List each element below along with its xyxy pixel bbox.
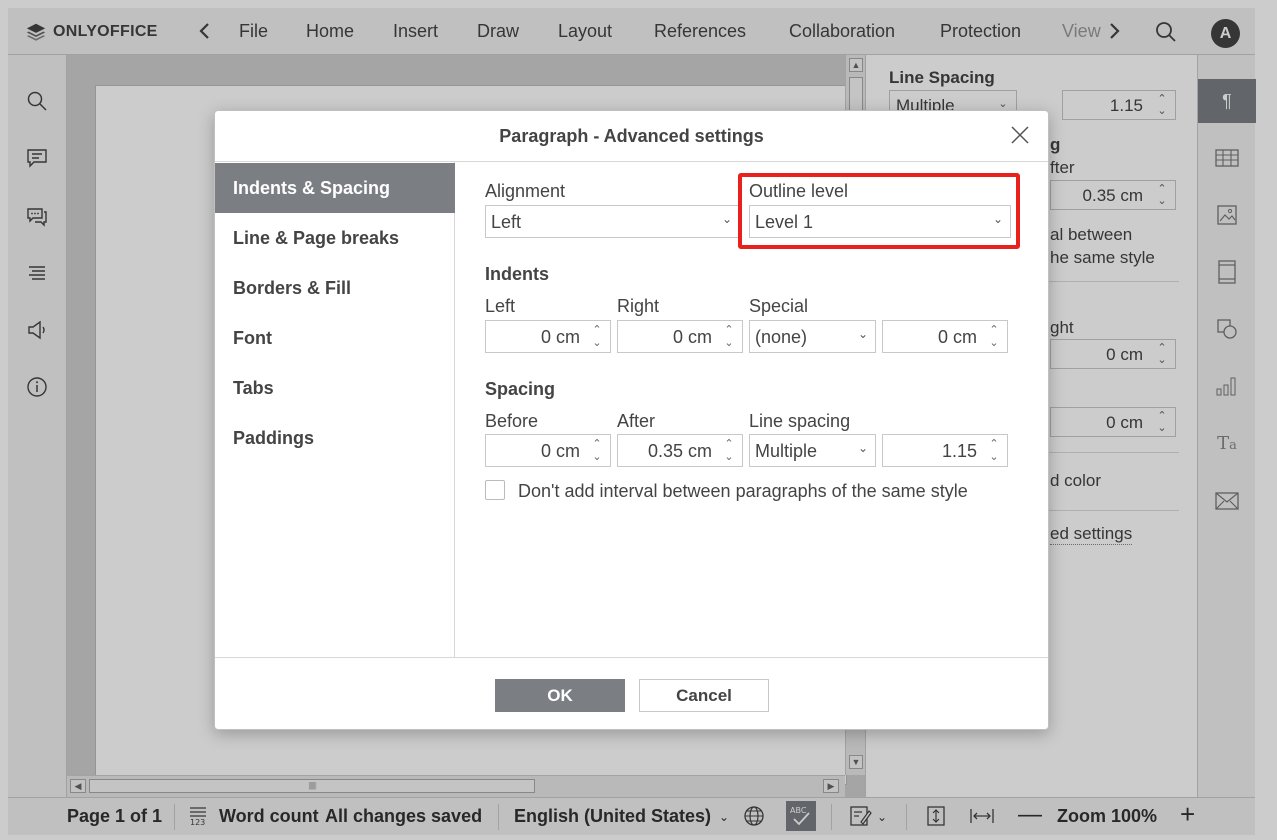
paragraph-advanced-settings-dialog: Paragraph - Advanced settings Indents & …	[214, 110, 1049, 730]
dialog-title: Paragraph - Advanced settings	[499, 126, 764, 146]
line-spacing-type-select[interactable]: Multiple ⌄	[749, 434, 876, 467]
right-indent-field[interactable]: 0 cm ⌃ ⌄	[617, 320, 743, 353]
nav-tabs[interactable]: Tabs	[215, 363, 455, 413]
nav-indents-spacing[interactable]: Indents & Spacing	[215, 163, 455, 213]
outline-level-highlight	[738, 173, 1020, 249]
chevron-down-icon: ⌄	[721, 212, 732, 226]
spinner-icon[interactable]: ⌃ ⌄	[987, 438, 1001, 464]
spinner-icon[interactable]: ⌃ ⌄	[722, 324, 736, 350]
cancel-button[interactable]: Cancel	[639, 679, 769, 712]
chevron-down-icon: ⌄	[857, 327, 868, 341]
close-icon[interactable]	[1010, 125, 1032, 147]
spacing-heading: Spacing	[485, 379, 556, 399]
spinner-icon[interactable]: ⌃ ⌄	[722, 438, 736, 464]
spinner-icon[interactable]: ⌃ ⌄	[590, 324, 604, 350]
dialog-footer: OK Cancel	[215, 657, 1048, 731]
spacing-after-field[interactable]: 0.35 cm ⌃ ⌄	[617, 434, 743, 467]
nav-line-page-breaks[interactable]: Line & Page breaks	[215, 213, 455, 263]
special-indent-label: Special	[749, 296, 809, 316]
special-indent-by-field[interactable]: 0 cm ⌃ ⌄	[882, 320, 1008, 353]
spinner-icon[interactable]: ⌃ ⌄	[987, 324, 1001, 350]
indents-heading: Indents	[485, 264, 550, 284]
right-indent-label: Right	[617, 296, 660, 316]
dont-add-interval-label[interactable]: Don't add interval between paragraphs of…	[518, 481, 968, 502]
left-indent-field[interactable]: 0 cm ⌃ ⌄	[485, 320, 611, 353]
chevron-down-icon: ⌄	[857, 441, 868, 455]
line-spacing-value-field[interactable]: 1.15 ⌃ ⌄	[882, 434, 1008, 467]
nav-borders-fill[interactable]: Borders & Fill	[215, 263, 455, 313]
ok-button[interactable]: OK	[495, 679, 625, 712]
dialog-nav: Indents & Spacing Line & Page breaks Bor…	[215, 162, 455, 657]
line-spacing-label: Line spacing	[749, 411, 851, 431]
after-label: After	[617, 411, 656, 431]
nav-font[interactable]: Font	[215, 313, 455, 363]
special-indent-select[interactable]: (none) ⌄	[749, 320, 876, 353]
spinner-icon[interactable]: ⌃ ⌄	[590, 438, 604, 464]
spacing-before-field[interactable]: 0 cm ⌃ ⌄	[485, 434, 611, 467]
before-label: Before	[485, 411, 539, 431]
dialog-header: Paragraph - Advanced settings	[215, 111, 1048, 162]
dont-add-interval-checkbox[interactable]	[485, 480, 505, 500]
alignment-label: Alignment	[485, 181, 566, 201]
nav-paddings[interactable]: Paddings	[215, 413, 455, 463]
alignment-select[interactable]: Left ⌄	[485, 205, 740, 238]
left-indent-label: Left	[485, 296, 516, 316]
